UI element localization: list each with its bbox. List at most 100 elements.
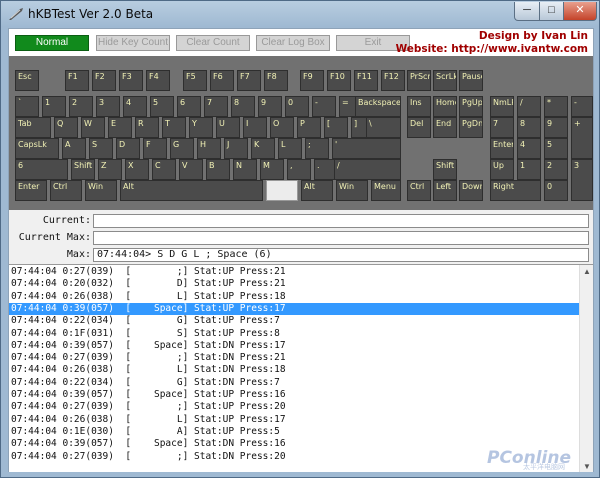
key[interactable]: W [81, 117, 105, 138]
key[interactable]: Enter [490, 138, 514, 159]
key[interactable]: Win [336, 180, 368, 201]
key[interactable]: Left [433, 180, 457, 201]
key[interactable]: 3 [96, 96, 120, 117]
key[interactable]: C [152, 159, 176, 180]
minimize-button[interactable]: ─ [514, 2, 540, 21]
key[interactable]: F3 [119, 70, 143, 91]
key[interactable]: NmLk [490, 96, 514, 117]
key[interactable]: Up [490, 159, 514, 180]
key[interactable]: G [170, 138, 194, 159]
log-row[interactable]: 07:44:04 0:1E(030) [ A] Stat:UP Press:5 [9, 426, 579, 438]
key[interactable]: / [334, 159, 401, 180]
key[interactable]: * [544, 96, 568, 117]
key[interactable]: 0 [544, 180, 568, 201]
log-row[interactable]: 07:44:04 0:27(039) [ ;] Stat:UP Press:21 [9, 266, 579, 278]
key[interactable]: Z [98, 159, 122, 180]
key[interactable]: - [571, 96, 593, 117]
key[interactable]: 2 [544, 159, 568, 180]
key[interactable]: U [216, 117, 240, 138]
key[interactable]: Alt [120, 180, 263, 201]
key[interactable]: R [135, 117, 159, 138]
log-row[interactable]: 07:44:04 0:20(032) [ D] Stat:UP Press:21 [9, 278, 579, 290]
title-bar[interactable]: hKBTest Ver 2.0 Beta ─ □ ✕ [1, 1, 599, 27]
key[interactable]: F7 [237, 70, 261, 91]
key[interactable]: F11 [354, 70, 378, 91]
key[interactable]: I [243, 117, 267, 138]
key[interactable]: Ctrl [50, 180, 82, 201]
key[interactable]: Pause [459, 70, 483, 91]
key[interactable]: F [143, 138, 167, 159]
hide-key-count-button[interactable]: Hide Key Count [96, 35, 170, 51]
key[interactable]: P [297, 117, 321, 138]
key[interactable]: E [108, 117, 132, 138]
key[interactable]: F10 [327, 70, 351, 91]
key[interactable]: F8 [264, 70, 288, 91]
key[interactable]: , [287, 159, 311, 180]
key[interactable] [266, 180, 298, 201]
key[interactable]: Esc [15, 70, 39, 91]
key[interactable]: End [433, 117, 457, 138]
key[interactable]: Down [459, 180, 483, 201]
key[interactable]: Tab [15, 117, 51, 138]
key[interactable]: 6 [15, 159, 68, 180]
close-button[interactable]: ✕ [563, 2, 597, 21]
key[interactable]: L [278, 138, 302, 159]
key[interactable]: - [312, 96, 336, 117]
key[interactable]: ; [305, 138, 329, 159]
key[interactable]: Ctrl [407, 180, 431, 201]
key[interactable]: F12 [381, 70, 405, 91]
key[interactable]: 5 [544, 138, 568, 159]
log-row[interactable]: 07:44:04 0:26(038) [ L] Stat:UP Press:18 [9, 291, 579, 303]
key[interactable]: 1 [42, 96, 66, 117]
key[interactable]: Backspace [355, 96, 401, 117]
key[interactable]: 9 [258, 96, 282, 117]
key[interactable]: 6 [177, 96, 201, 117]
key[interactable]: / [517, 96, 541, 117]
key[interactable]: D [116, 138, 140, 159]
key[interactable]: 7 [490, 117, 514, 138]
key[interactable]: X [125, 159, 149, 180]
key[interactable]: 8 [231, 96, 255, 117]
key[interactable]: B [206, 159, 230, 180]
key[interactable]: 9 [544, 117, 568, 138]
key[interactable]: N [233, 159, 257, 180]
key[interactable]: Home [433, 96, 457, 117]
key[interactable]: H [197, 138, 221, 159]
key[interactable]: Win [85, 180, 117, 201]
key[interactable]: S [89, 138, 113, 159]
log-row[interactable]: 07:44:04 0:39(057) [ Space] Stat:UP Pres… [9, 389, 579, 401]
log-row[interactable]: 07:44:04 0:26(038) [ L] Stat:DN Press:18 [9, 364, 579, 376]
key[interactable]: F6 [210, 70, 234, 91]
key[interactable]: A [62, 138, 86, 159]
log-row[interactable]: 07:44:04 0:27(039) [ ;] Stat:DN Press:21 [9, 352, 579, 364]
key[interactable]: 3 [571, 159, 593, 201]
key[interactable]: Shift [71, 159, 95, 180]
key[interactable]: V [179, 159, 203, 180]
scroll-up-icon[interactable]: ▲ [583, 267, 591, 276]
key[interactable]: F9 [300, 70, 324, 91]
key[interactable]: PrScr [407, 70, 431, 91]
clear-count-button[interactable]: Clear Count [176, 35, 250, 51]
key[interactable]: F1 [65, 70, 89, 91]
key[interactable]: + [571, 117, 593, 159]
key[interactable]: Alt [301, 180, 333, 201]
key[interactable]: Del [407, 117, 431, 138]
key[interactable]: 0 [285, 96, 309, 117]
key[interactable]: CapsLk [15, 138, 59, 159]
key[interactable]: F4 [146, 70, 170, 91]
key[interactable]: ` [15, 96, 39, 117]
log-row[interactable]: 07:44:04 0:39(057) [ Space] Stat:UP Pres… [9, 302, 579, 315]
key[interactable]: Y [189, 117, 213, 138]
key[interactable]: 4 [517, 138, 541, 159]
key[interactable]: [ [324, 117, 348, 138]
clear-log-box-button[interactable]: Clear Log Box [256, 35, 330, 51]
key[interactable]: ' [332, 138, 401, 159]
key[interactable]: Ins [407, 96, 431, 117]
key[interactable]: PgDn [459, 117, 483, 138]
key[interactable]: ScrLk [433, 70, 457, 91]
key-log-list[interactable]: 07:44:04 0:27(039) [ ;] Stat:DN Press:20… [9, 264, 593, 472]
key[interactable]: M [260, 159, 284, 180]
maximize-button[interactable]: □ [539, 2, 564, 21]
key[interactable]: K [251, 138, 275, 159]
key[interactable]: PgUp [459, 96, 483, 117]
